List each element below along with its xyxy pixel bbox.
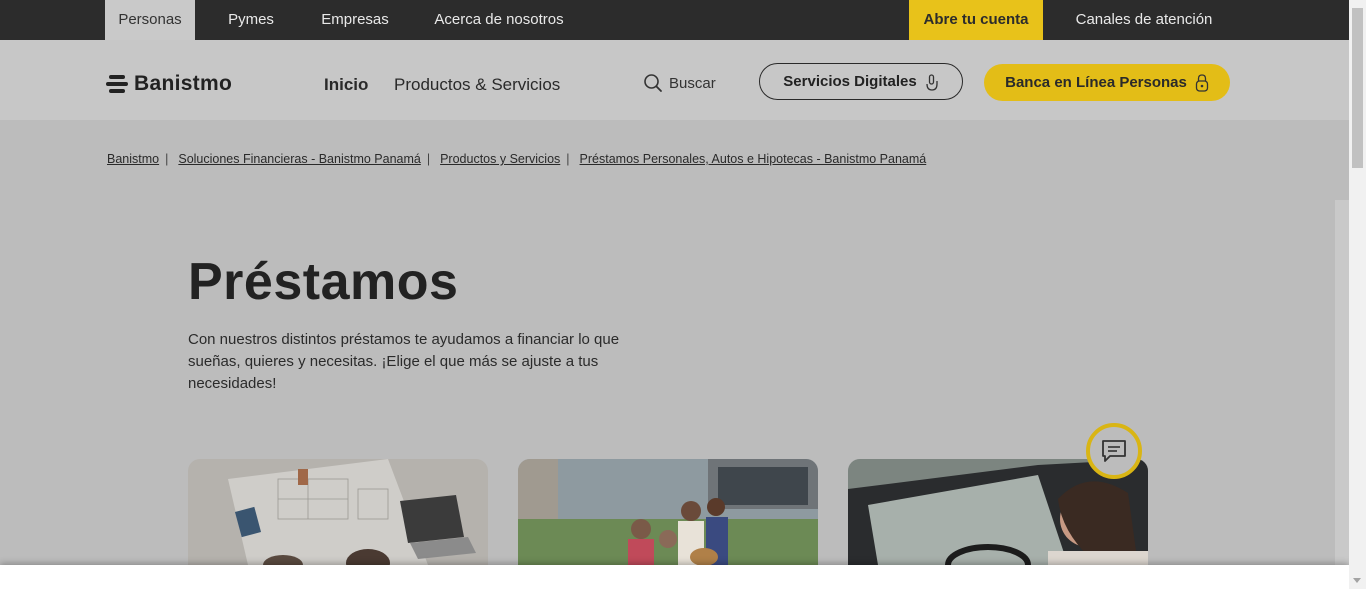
breadcrumb-item[interactable]: Banistmo [107, 152, 159, 166]
breadcrumb-item[interactable]: Productos y Servicios [440, 152, 560, 166]
digital-services-label: Servicios Digitales [783, 73, 917, 90]
card-image-family [518, 459, 818, 565]
chat-button[interactable] [1086, 423, 1142, 479]
page-title: Préstamos [188, 253, 459, 311]
banistmo-logo[interactable]: Banistmo [106, 72, 232, 96]
search-icon [644, 74, 662, 92]
scrollbar-thumb[interactable] [1352, 8, 1363, 168]
breadcrumb-item[interactable]: Soluciones Financieras - Banistmo Panamá [178, 152, 420, 166]
nav-productos[interactable]: Productos & Servicios [394, 75, 560, 95]
online-banking-label: Banca en Línea Personas [1005, 74, 1187, 91]
tab-acerca[interactable]: Acerca de nosotros [425, 0, 573, 40]
top-bar: Personas Pymes Empresas Acerca de nosotr… [0, 0, 1349, 40]
card-image-blueprints [188, 459, 488, 565]
online-banking-button[interactable]: Banca en Línea Personas [984, 64, 1230, 101]
touch-icon [926, 73, 938, 91]
search-label: Buscar [669, 74, 716, 92]
search-trigger[interactable]: Buscar [643, 72, 716, 94]
scrollbar[interactable] [1349, 0, 1366, 589]
tab-pymes[interactable]: Pymes [212, 0, 290, 40]
loan-card-personal[interactable] [518, 459, 818, 565]
open-account-button[interactable]: Abre tu cuenta [909, 0, 1043, 40]
tab-personas[interactable]: Personas [105, 0, 195, 40]
bottom-bar [0, 565, 1349, 589]
scroll-down-icon[interactable] [1353, 578, 1361, 583]
lock-icon [1195, 73, 1209, 92]
channels-link[interactable]: Canales de atención [1065, 0, 1223, 40]
tab-empresas[interactable]: Empresas [310, 0, 400, 40]
chat-icon [1102, 440, 1126, 462]
nav-inicio[interactable]: Inicio [324, 75, 368, 95]
breadcrumb: Banistmo | Soluciones Financieras - Banis… [107, 152, 927, 166]
logo-mark-icon [106, 74, 128, 94]
breadcrumb-item[interactable]: Préstamos Personales, Autos e Hipotecas … [580, 152, 927, 166]
loan-card-mortgage[interactable] [188, 459, 488, 565]
digital-services-button[interactable]: Servicios Digitales [759, 63, 963, 100]
side-strip [1335, 200, 1349, 565]
logo-text: Banistmo [134, 72, 233, 95]
page-description: Con nuestros distintos préstamos te ayud… [188, 331, 620, 392]
